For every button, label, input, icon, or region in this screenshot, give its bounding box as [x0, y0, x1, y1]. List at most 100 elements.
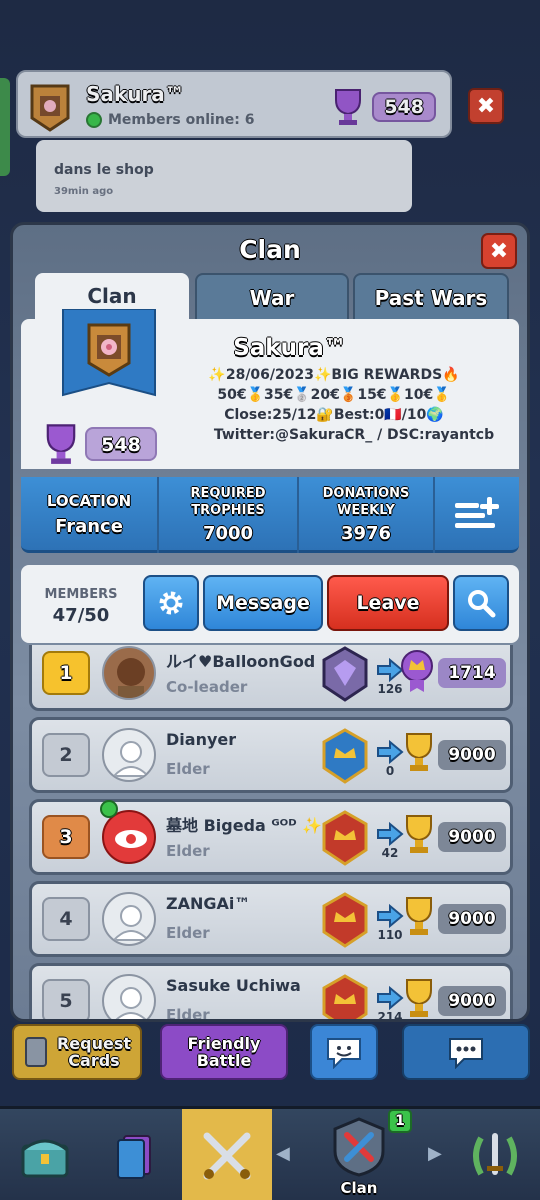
- emote-bubble-icon: [327, 1038, 361, 1069]
- avatar: [102, 646, 156, 700]
- crossed-swords-icon: [203, 1132, 251, 1180]
- clan-shield-icon: [333, 1117, 385, 1177]
- member-name: Sasuke Uchiwa: [166, 976, 301, 995]
- stat-required-trophies: REQUIRED TROPHIES 7000: [159, 477, 299, 553]
- member-role: Elder: [166, 760, 210, 778]
- online-status: Members online: 6: [86, 112, 255, 128]
- chat-time: 39min ago: [54, 186, 114, 197]
- side-strip: [0, 78, 10, 176]
- crown-medal-icon: [401, 650, 433, 692]
- settings-button[interactable]: [143, 575, 199, 631]
- description-line: Close:25/12🔐Best:0🇫🇷/10🌍: [224, 407, 444, 423]
- required-value: 7000: [202, 523, 254, 544]
- member-trophy-value: 1714: [438, 658, 506, 688]
- search-button[interactable]: [453, 575, 509, 631]
- member-trophy-value: 9000: [438, 986, 506, 1016]
- close-icon: ✖: [476, 93, 496, 119]
- default-avatar-icon: [111, 905, 151, 941]
- required-label: TROPHIES: [191, 503, 265, 518]
- member-role: Co-leader: [166, 678, 248, 696]
- stat-location: LOCATION France: [21, 477, 159, 553]
- member-trophies: 9000: [406, 814, 508, 858]
- member-list[interactable]: 1 ルイ♥BalloonGod Co-leader 126 1714 2 Dia…: [29, 645, 513, 1019]
- leave-button[interactable]: Leave: [327, 575, 449, 631]
- cards-icon: [25, 1037, 47, 1067]
- arena-badge-icon: [322, 810, 368, 866]
- description-line: ✨28/06/2023✨BIG REWARDS🔥: [208, 367, 460, 383]
- nav-clan-label: Clan: [340, 1179, 378, 1197]
- online-text: Members online: 6: [108, 112, 255, 128]
- chat-bubble-icon: [449, 1038, 483, 1069]
- close-button[interactable]: ✖: [481, 233, 517, 269]
- league-badge-icon: [322, 646, 368, 702]
- default-avatar-icon: [111, 741, 151, 777]
- emote-chat-button[interactable]: [310, 1024, 378, 1080]
- member-name: 墓地 Bigeda ᴳᴼᴰ ✨: [166, 816, 323, 835]
- cards-deck-icon: [117, 1135, 151, 1179]
- laurel-sword-icon: [473, 1133, 517, 1176]
- location-value: France: [55, 516, 123, 537]
- donations-value: 3976: [340, 523, 392, 544]
- message-button[interactable]: Message: [203, 575, 323, 631]
- nav-shop[interactable]: [0, 1109, 90, 1200]
- nav-clan[interactable]: 1 Clan: [296, 1109, 422, 1200]
- member-row[interactable]: 5 Sasuke Uchiwa Elder 214 9000: [29, 963, 513, 1019]
- nav-cards[interactable]: [92, 1109, 180, 1200]
- list-add-icon: [455, 497, 499, 528]
- member-trophies: 1714: [401, 650, 508, 694]
- clan-description: ✨28/06/2023✨BIG REWARDS🔥 50€🥇35€🥈20€🥉15€…: [159, 365, 509, 445]
- rank-badge: 2: [42, 733, 90, 777]
- header-trophy-value: 548: [372, 92, 436, 122]
- clan-menu-button[interactable]: [435, 477, 519, 553]
- member-trophies: 9000: [406, 732, 508, 776]
- nav-battle[interactable]: [182, 1109, 272, 1200]
- tab-war[interactable]: War: [195, 273, 349, 323]
- request-cards-button[interactable]: Request Cards: [12, 1024, 142, 1080]
- description-line: Twitter:@SakuraCR_ / DSC:rayantcb: [213, 427, 495, 443]
- donations-label: WEEKLY: [337, 503, 395, 518]
- arena-badge-icon: [322, 892, 368, 948]
- gear-icon: [159, 591, 183, 615]
- required-label: REQUIRED: [190, 486, 266, 501]
- header-close-button[interactable]: ✖: [468, 88, 504, 124]
- member-name: ルイ♥BalloonGod: [166, 652, 316, 671]
- donations-label: DONATIONS: [322, 486, 410, 501]
- eye-avatar-icon: [115, 830, 147, 848]
- clan-modal: Clan ✖ Clan War Past Wars Sakura™ ✨28/06…: [10, 222, 530, 1022]
- members-label: MEMBERS: [44, 587, 118, 602]
- rank-badge: 3: [42, 815, 90, 859]
- friendly-battle-button[interactable]: Friendly Battle: [160, 1024, 288, 1080]
- chat-message: dans le shop 39min ago: [36, 140, 412, 212]
- member-name: ZANGAi™: [166, 894, 251, 913]
- close-icon: ✖: [489, 238, 509, 264]
- nav-right-arrow-icon[interactable]: ▶: [428, 1143, 442, 1164]
- tab-past-wars[interactable]: Past Wars: [353, 273, 509, 323]
- clan-trophy-value: 548: [85, 427, 157, 461]
- nav-events[interactable]: [450, 1109, 540, 1200]
- clan-notification-badge: 1: [388, 1109, 412, 1133]
- player-avatar-icon: [117, 658, 145, 698]
- clan-name: Sakura™: [233, 335, 347, 361]
- clan-info-panel: Sakura™ ✨28/06/2023✨BIG REWARDS🔥 50€🥇35€…: [21, 309, 519, 469]
- rank-badge: 5: [42, 979, 90, 1019]
- stat-donations: DONATIONS WEEKLY 3976: [299, 477, 435, 553]
- avatar: [102, 810, 156, 864]
- location-label: LOCATION: [46, 492, 132, 510]
- avatar: [102, 974, 156, 1019]
- member-row[interactable]: 3 墓地 Bigeda ᴳᴼᴰ ✨ Elder 42 9000: [29, 799, 513, 875]
- member-trophy-value: 9000: [438, 822, 506, 852]
- member-row[interactable]: 4 ZANGAi™ Elder 110 9000: [29, 881, 513, 957]
- member-row[interactable]: 2 Dianyer Elder 0 9000: [29, 717, 513, 793]
- rank-badge: 1: [42, 651, 90, 695]
- clan-trophy: 548: [41, 419, 159, 465]
- request-cards-label: Request Cards: [56, 1034, 132, 1070]
- nav-left-arrow-icon[interactable]: ◀: [276, 1143, 290, 1164]
- member-row[interactable]: 1 ルイ♥BalloonGod Co-leader 126 1714: [29, 645, 513, 711]
- member-name: Dianyer: [166, 730, 237, 749]
- chat-button[interactable]: [402, 1024, 530, 1080]
- gold-trophy-icon: [406, 979, 432, 1017]
- members-toolbar: MEMBERS 47/50 Message Leave: [21, 565, 519, 643]
- member-trophy-value: 9000: [438, 904, 506, 934]
- shop-chest-icon: [21, 1139, 69, 1178]
- header-clan-name: Sakura™: [86, 82, 185, 106]
